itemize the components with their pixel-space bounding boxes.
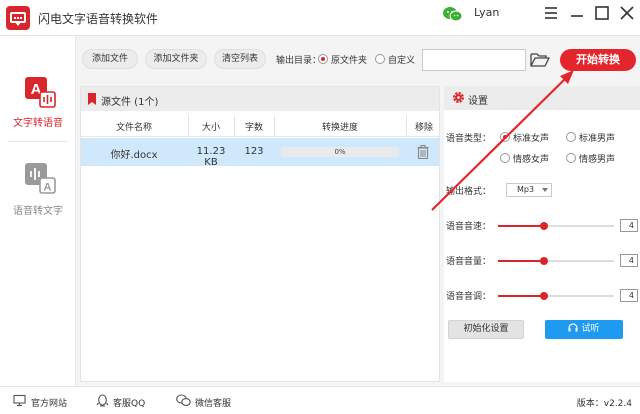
output-format-select[interactable]: Mp3	[506, 183, 552, 197]
file-word-count: 123	[244, 146, 264, 157]
chevron-down-icon	[542, 188, 548, 192]
title-bar: 闪电文字语音转换软件 Lyan	[0, 0, 640, 36]
output-dir-label: 输出目录：	[276, 56, 322, 66]
start-convert-button[interactable]: 开始转换	[560, 49, 636, 71]
file-name: 你好.docx	[110, 150, 158, 161]
menu-icon[interactable]	[542, 4, 560, 22]
pitch-value-input[interactable]: 4	[620, 289, 638, 302]
add-file-button[interactable]: 添加文件	[82, 49, 138, 69]
sidebar-item-label: 语音转文字	[13, 206, 63, 217]
voice-standard-female-label[interactable]: 标准女声	[513, 131, 549, 144]
bookmark-icon	[88, 93, 96, 105]
sidebar-item-label: 文字转语音	[13, 118, 63, 129]
voice-standard-male-radio[interactable]	[566, 132, 576, 142]
table-row[interactable]: 你好.docx 11.23 KB 123 0%	[81, 138, 439, 168]
file-size: 11.23 KB	[196, 146, 226, 168]
output-source-label[interactable]: 原文件夹	[331, 53, 367, 66]
column-divider	[406, 115, 407, 137]
volume-slider[interactable]	[498, 257, 614, 265]
output-source-radio[interactable]	[318, 54, 328, 64]
voice-type-label: 语音类型：	[446, 134, 492, 144]
speed-slider[interactable]	[498, 222, 614, 230]
settings-title: 设置	[468, 96, 488, 107]
voice-emotion-male-radio[interactable]	[566, 153, 576, 163]
speech-to-text-icon: A	[25, 163, 56, 194]
progress-bar: 0%	[281, 147, 399, 157]
slider-fill	[498, 295, 545, 297]
table-header: 文件名称 大小 字数 转换进度 移除	[81, 115, 439, 137]
maximize-icon[interactable]	[593, 4, 611, 22]
slider-handle[interactable]	[540, 222, 549, 230]
app-logo-icon	[6, 6, 30, 30]
output-custom-radio[interactable]	[375, 54, 385, 64]
file-count-title: 源文件 (1个)	[101, 97, 159, 108]
sidebar-item-speech-to-text[interactable]: A 语音转文字	[0, 162, 76, 232]
column-divider	[234, 115, 235, 137]
support-qq-link[interactable]: 客服QQ	[113, 396, 145, 409]
voice-emotion-female-label[interactable]: 情感女声	[513, 152, 549, 165]
sidebar-item-text-to-speech[interactable]: A 文字转语音	[0, 76, 76, 146]
output-path-input[interactable]	[422, 49, 526, 71]
headphones-icon	[568, 323, 579, 332]
pitch-label: 语音音调：	[446, 292, 492, 302]
voice-emotion-male-label[interactable]: 情感男声	[579, 152, 615, 165]
volume-label: 语音音量：	[446, 257, 492, 267]
footer-bar: 官方网站 客服QQ 微信客服 版本：v2.2.4	[0, 386, 640, 414]
voice-standard-male-label[interactable]: 标准男声	[579, 131, 615, 144]
gear-icon	[453, 92, 464, 103]
settings-panel: 设置 语音类型： 标准女声 标准男声 情感女声 情感男声 输出格式： Mp3 语…	[444, 86, 640, 382]
column-header-remove: 移除	[414, 123, 433, 133]
folder-open-icon[interactable]	[530, 52, 550, 68]
speed-value-input[interactable]: 4	[620, 219, 638, 232]
preview-listen-label: 试听	[581, 324, 600, 334]
voice-emotion-female-radio[interactable]	[500, 153, 510, 163]
app-window: 闪电文字语音转换软件 Lyan A 文字转语音 A 语音转文字 添加文件 添加文…	[0, 0, 640, 414]
preview-listen-button[interactable]: 试听	[545, 320, 623, 339]
wechat-icon[interactable]	[442, 6, 464, 22]
voice-standard-female-radio[interactable]	[500, 132, 510, 142]
slider-fill	[498, 225, 545, 227]
wechat-support-icon	[176, 394, 191, 406]
column-divider	[274, 115, 275, 137]
speed-label: 语音音速：	[446, 222, 492, 232]
column-header-words: 字数	[244, 123, 263, 133]
volume-value-input[interactable]: 4	[620, 254, 638, 267]
output-custom-label[interactable]: 自定义	[388, 53, 415, 66]
clear-list-button[interactable]: 清空列表	[214, 49, 266, 69]
file-list-header: 源文件 (1个)	[81, 87, 439, 111]
column-header-name: 文件名称	[115, 123, 152, 133]
slider-fill	[498, 260, 545, 262]
monitor-icon	[13, 394, 26, 407]
column-divider	[188, 115, 189, 137]
version-label: 版本：v2.2.4	[576, 399, 632, 409]
add-folder-button[interactable]: 添加文件夹	[145, 49, 207, 69]
minimize-icon[interactable]	[568, 4, 586, 22]
pitch-slider[interactable]	[498, 292, 614, 300]
settings-header: 设置	[444, 86, 640, 110]
svg-text:A: A	[44, 182, 52, 194]
text-to-speech-icon: A	[25, 77, 56, 108]
app-title: 闪电文字语音转换软件	[38, 12, 159, 26]
user-name[interactable]: Lyan	[474, 6, 499, 19]
column-header-size: 大小	[201, 123, 220, 133]
sidebar: A 文字转语音 A 语音转文字	[0, 36, 76, 386]
wechat-support-link[interactable]: 微信客服	[195, 396, 231, 409]
close-icon[interactable]	[618, 4, 636, 22]
reset-settings-button[interactable]: 初始化设置	[448, 320, 524, 339]
official-website-link[interactable]: 官方网站	[31, 396, 67, 409]
trash-icon[interactable]	[417, 145, 429, 159]
slider-handle[interactable]	[540, 292, 549, 300]
progress-text: 0%	[334, 148, 346, 156]
slider-handle[interactable]	[540, 257, 549, 265]
output-format-value: Mp3	[517, 185, 535, 194]
file-list-panel: 源文件 (1个) 文件名称 大小 字数 转换进度 移除 你好.docx 11.2…	[80, 86, 440, 382]
output-format-label: 输出格式：	[446, 187, 492, 197]
column-header-progress: 转换进度	[321, 123, 358, 133]
sidebar-divider	[8, 141, 68, 142]
qq-icon	[96, 394, 109, 407]
